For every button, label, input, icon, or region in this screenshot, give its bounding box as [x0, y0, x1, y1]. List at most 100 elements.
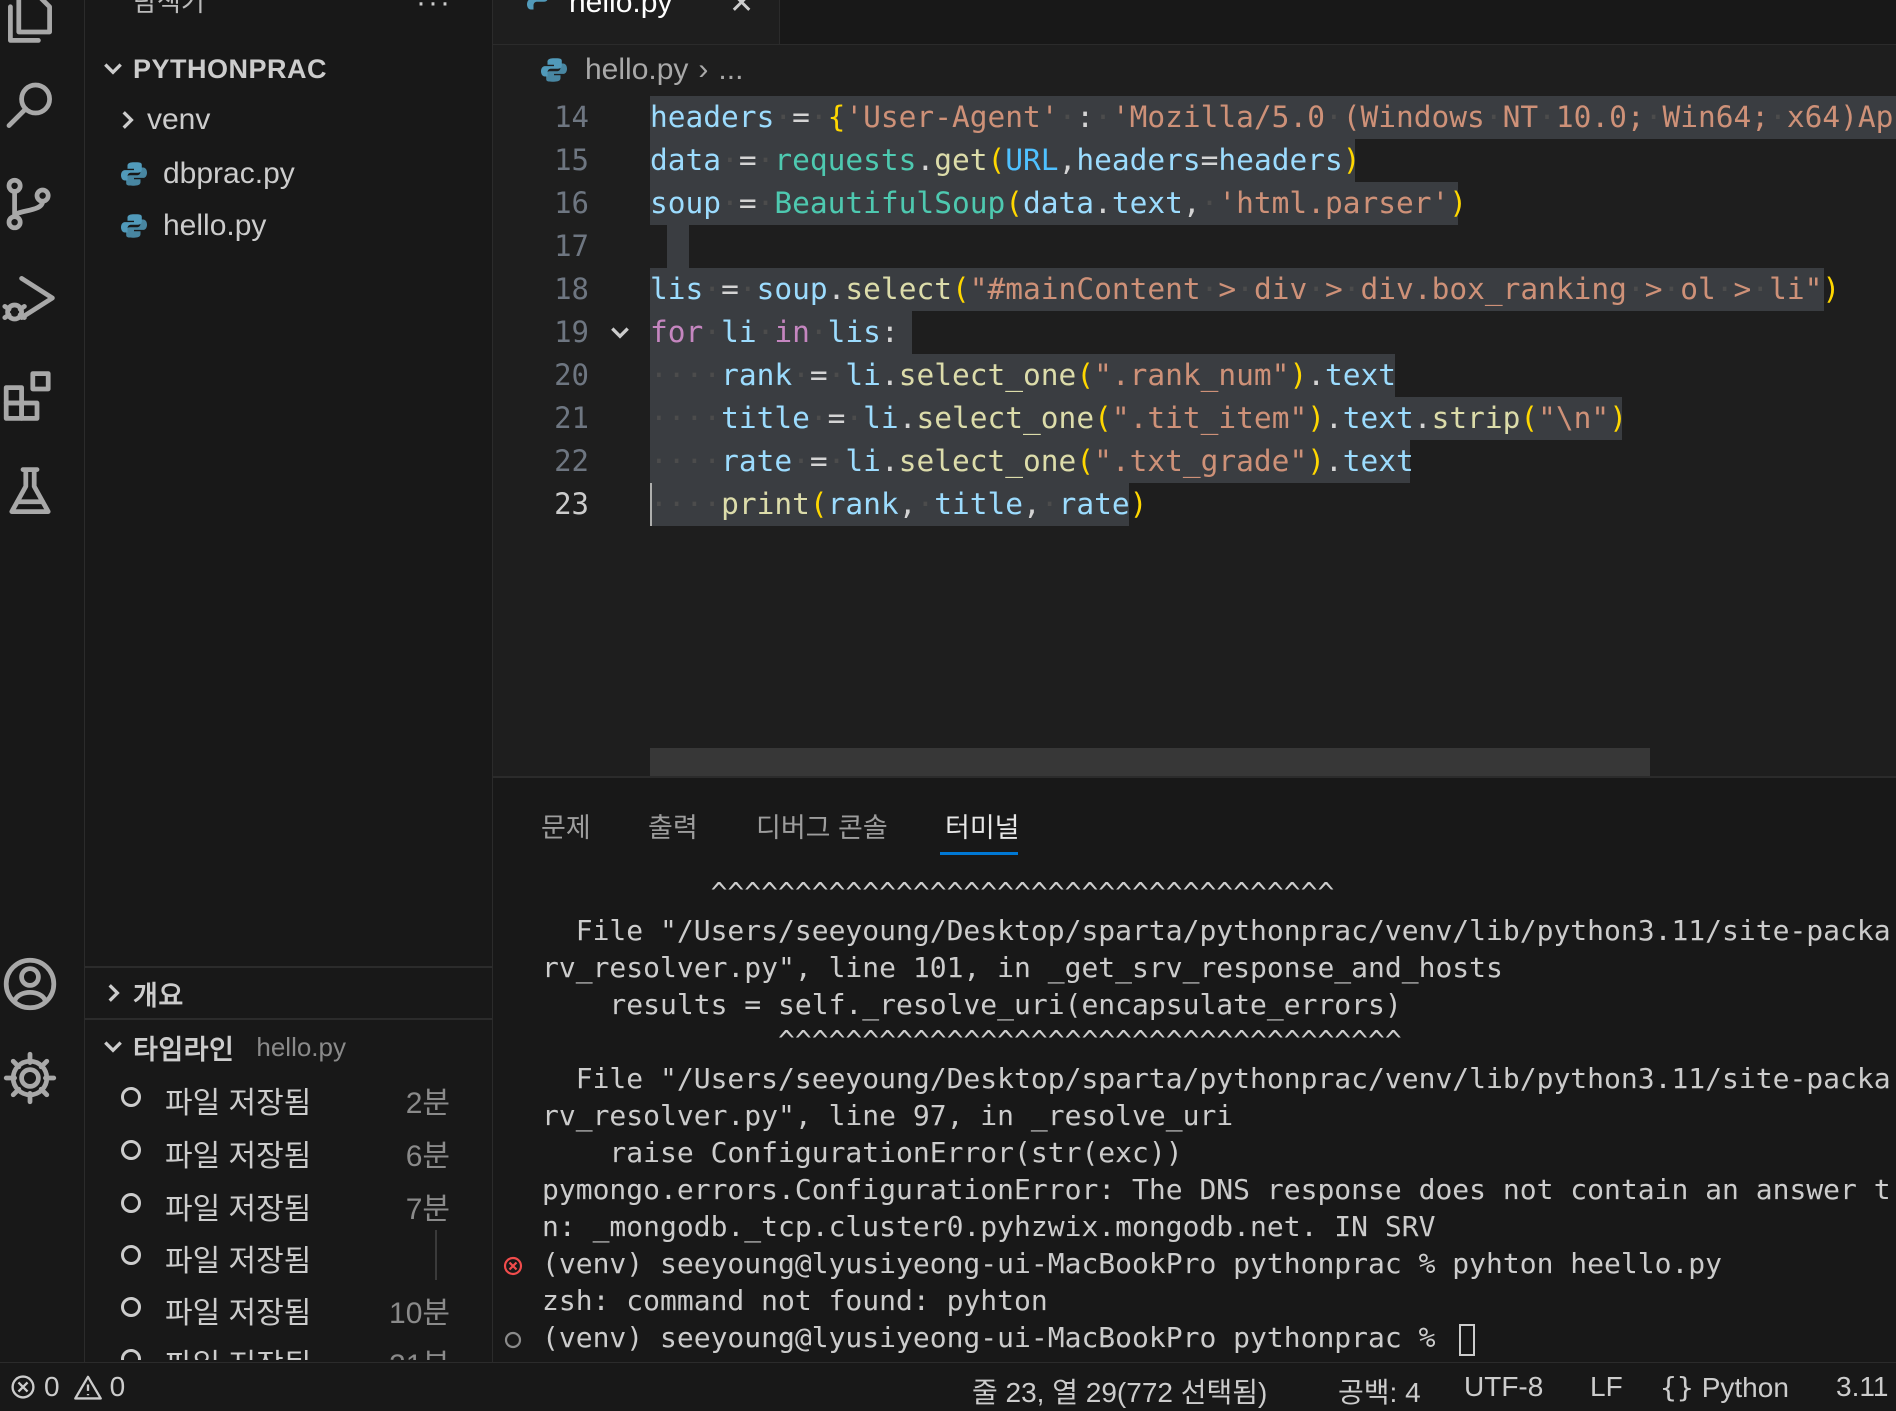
tab-problems[interactable]: 문제	[541, 806, 591, 845]
extensions-icon[interactable]	[0, 366, 60, 426]
terminal-line: ^^^^^^^^^^^^^^^^^^^^^^^^^^^^^^^^^^^^^	[542, 876, 1335, 909]
code-line: data·=·requests.get(URL,headers=headers)	[650, 143, 1361, 177]
line-number: 15	[554, 143, 589, 177]
tab-hello-py[interactable]: hello.py ✕	[493, 0, 780, 44]
language-label: Python	[1701, 1371, 1789, 1403]
timeline-item[interactable]: 파일 저장됨 6분	[85, 1125, 492, 1177]
fold-chevron-down-icon[interactable]	[609, 322, 631, 344]
close-icon[interactable]: ✕	[729, 0, 754, 21]
project-title: PYTHONPRAC	[133, 53, 328, 84]
timeline-section-header[interactable]: 타임라인 hello.py	[85, 1022, 492, 1072]
code-line: for·li·in·lis:	[650, 315, 899, 349]
more-actions-icon[interactable]: ···	[416, 0, 452, 20]
line-number: 19	[554, 315, 589, 349]
project-section-header[interactable]: PYTHONPRAC	[85, 44, 492, 94]
timeline-file: hello.py	[256, 1031, 346, 1062]
timeline-item[interactable]: 파일 저장됨 21분	[85, 1334, 492, 1360]
language-mode[interactable]: {} Python	[1660, 1371, 1789, 1404]
terminal-line: pymongo.errors.ConfigurationError: The D…	[542, 1173, 1891, 1206]
testing-icon[interactable]	[0, 462, 60, 522]
timeline-item-time: 2분	[405, 1087, 450, 1120]
tree-item-label: dbprac.py	[163, 157, 295, 190]
explorer-icon[interactable]	[0, 0, 60, 48]
terminal-line: n: _mongodb._tcp.cluster0.pyhzwix.mongod…	[542, 1210, 1436, 1243]
timeline-item-time: 21분	[389, 1340, 450, 1360]
timeline-item-label: 파일 저장됨	[165, 1297, 312, 1330]
timeline-item[interactable]: 파일 저장됨 10분	[85, 1282, 492, 1334]
line-number-active: 23	[554, 487, 589, 521]
terminal-cursor	[1459, 1324, 1475, 1356]
circle-icon	[121, 1193, 141, 1213]
tree-folder-venv[interactable]: venv	[85, 94, 492, 146]
status-bar: 0 0 줄 23, 열 29(772 선택됨) 공백: 4 UTF-8 LF {…	[0, 1362, 1896, 1411]
outline-title: 개요	[133, 980, 184, 1011]
active-tab-indicator	[940, 852, 1018, 855]
terminal-line: raise ConfigurationError(str(exc))	[542, 1136, 1183, 1169]
end-of-line[interactable]: LF	[1590, 1371, 1623, 1403]
outline-section-header[interactable]: 개요	[85, 968, 492, 1018]
terminal-line: (venv) seeyoung@lyusiyeong-ui-MacBookPro…	[542, 1247, 1723, 1280]
circle-icon	[121, 1245, 141, 1265]
python-file-icon	[121, 162, 147, 186]
line-number: 22	[554, 444, 589, 478]
terminal-line: rv_resolver.py", line 101, in _get_srv_r…	[542, 951, 1503, 984]
breadcrumb-file[interactable]: hello.py	[585, 53, 688, 87]
timeline-item-label: 파일 저장됨	[165, 1193, 312, 1226]
terminal-line: ^^^^^^^^^^^^^^^^^^^^^^^^^^^^^^^^^^^^^	[542, 1024, 1402, 1057]
python-file-icon	[541, 58, 567, 82]
line-number: 20	[554, 358, 589, 392]
error-count: 0	[44, 1371, 60, 1402]
timeline-item-label: 파일 저장됨	[165, 1087, 312, 1120]
code-line: lis·=·soup.select("#mainContent·>·div·>·…	[650, 272, 1841, 306]
horizontal-scrollbar[interactable]	[650, 748, 1650, 776]
python-file-icon	[121, 214, 147, 238]
cursor-position[interactable]: 줄 23, 열 29(772 선택됨)	[972, 1371, 1267, 1411]
line-number: 17	[554, 229, 589, 263]
timeline-item[interactable]: 파일 저장됨 7분	[85, 1178, 492, 1230]
line-number: 16	[554, 186, 589, 220]
timeline-item-time: 7분	[405, 1193, 450, 1226]
activity-bar	[0, 0, 85, 1362]
tab-label: hello.py	[569, 0, 673, 19]
code-editor[interactable]: 14 15 16 17 18 19 20 21 22 23 headers·=·…	[493, 96, 1896, 776]
circle-icon	[121, 1349, 141, 1360]
timeline-item[interactable]: 파일 저장됨 2분	[85, 1072, 492, 1124]
chevron-right-icon	[93, 982, 133, 1004]
timeline-item-label: 파일 저장됨	[165, 1340, 311, 1360]
tree-file-hello[interactable]: hello.py	[85, 200, 492, 252]
braces-icon: {}	[1660, 1371, 1694, 1404]
indentation[interactable]: 공백: 4	[1338, 1371, 1421, 1411]
timeline-title: 타임라인	[133, 1034, 235, 1065]
circle-icon	[121, 1297, 141, 1317]
tab-output[interactable]: 출력	[648, 806, 698, 845]
editor-tab-bar: hello.py ✕	[493, 0, 1896, 45]
python-version[interactable]: 3.11	[1836, 1371, 1888, 1403]
circle-icon	[121, 1087, 141, 1107]
timeline-item-label: 파일 저장됨	[165, 1140, 312, 1173]
breadcrumb: hello.py › ...	[493, 46, 1896, 94]
run-debug-icon[interactable]	[0, 268, 60, 328]
timeline-item-label: 파일 저장됨	[165, 1245, 312, 1278]
terminal-prompt-line: (venv) seeyoung@lyusiyeong-ui-MacBookPro…	[542, 1321, 1453, 1354]
tab-terminal[interactable]: 터미널	[945, 806, 1020, 845]
account-icon[interactable]	[0, 954, 60, 1014]
timeline-item-time: 10분	[389, 1297, 450, 1330]
tree-file-dbprac[interactable]: dbprac.py	[85, 148, 492, 200]
line-number: 18	[554, 272, 589, 306]
problems-indicator[interactable]: 0 0	[10, 1371, 125, 1403]
source-control-icon[interactable]	[0, 174, 60, 234]
code-line: headers·=·{'User-Agent'·:·'Mozilla/5.0·(…	[650, 100, 1896, 134]
settings-gear-icon[interactable]	[0, 1048, 60, 1108]
search-icon[interactable]	[0, 76, 60, 136]
encoding[interactable]: UTF-8	[1464, 1371, 1543, 1403]
warning-count: 0	[109, 1371, 126, 1402]
breadcrumb-more[interactable]: ...	[718, 53, 743, 87]
code-line: soup·=·BeautifulSoup(data.text,·'html.pa…	[650, 186, 1468, 220]
timeline-item[interactable]: 파일 저장됨	[85, 1230, 492, 1282]
circle-icon	[504, 1331, 522, 1349]
error-circle-icon	[503, 1256, 523, 1276]
tree-item-label: hello.py	[163, 209, 267, 242]
error-icon	[11, 1375, 35, 1399]
tab-debug-console[interactable]: 디버그 콘솔	[756, 806, 888, 845]
chevron-down-icon	[93, 58, 133, 80]
